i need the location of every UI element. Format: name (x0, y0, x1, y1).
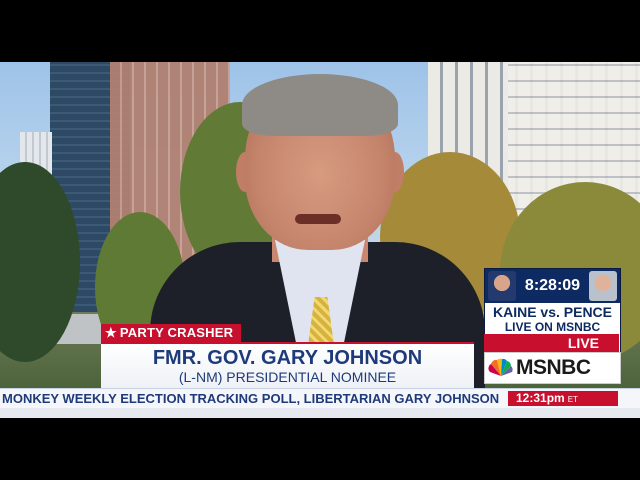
guest-name: FMR. GOV. GARY JOHNSON (152, 347, 423, 369)
name-plate: FMR. GOV. GARY JOHNSON (L-NM) PRESIDENTI… (101, 342, 474, 388)
segment-tag: ★ PARTY CRASHER (101, 324, 242, 342)
mouth (295, 214, 341, 224)
peacock-icon (488, 358, 513, 376)
ticker-time-value: 12:31pm (516, 391, 565, 405)
promo-headline: KAINE vs. PENCE (492, 304, 613, 320)
segment-tag-label: PARTY CRASHER (119, 325, 234, 340)
ticker-time: 12:31pm ET (508, 391, 618, 406)
letterbox-bottom (0, 418, 640, 480)
live-badge: LIVE (484, 334, 619, 352)
guest-title: (L-NM) PRESIDENTIAL NOMINEE (178, 369, 397, 385)
ticker-timezone: ET (567, 395, 578, 404)
hair (242, 74, 398, 136)
promo-subhead: LIVE ON MSNBC (504, 320, 601, 334)
candidate-thumbnail (589, 271, 617, 301)
network-name: MSNBC (516, 356, 591, 379)
network-logo: MSNBC (484, 352, 621, 384)
star-icon: ★ (105, 325, 117, 340)
ticker-text: MONKEY WEEKLY ELECTION TRACKING POLL, LI… (2, 391, 500, 406)
candidate-thumbnail (488, 271, 516, 301)
ticker-underline (0, 408, 640, 418)
live-label: LIVE (567, 335, 599, 351)
promo-header: 8:28:09 (485, 269, 620, 303)
countdown-clock: 8:28:09 (524, 277, 581, 294)
letterbox-top (0, 0, 640, 62)
